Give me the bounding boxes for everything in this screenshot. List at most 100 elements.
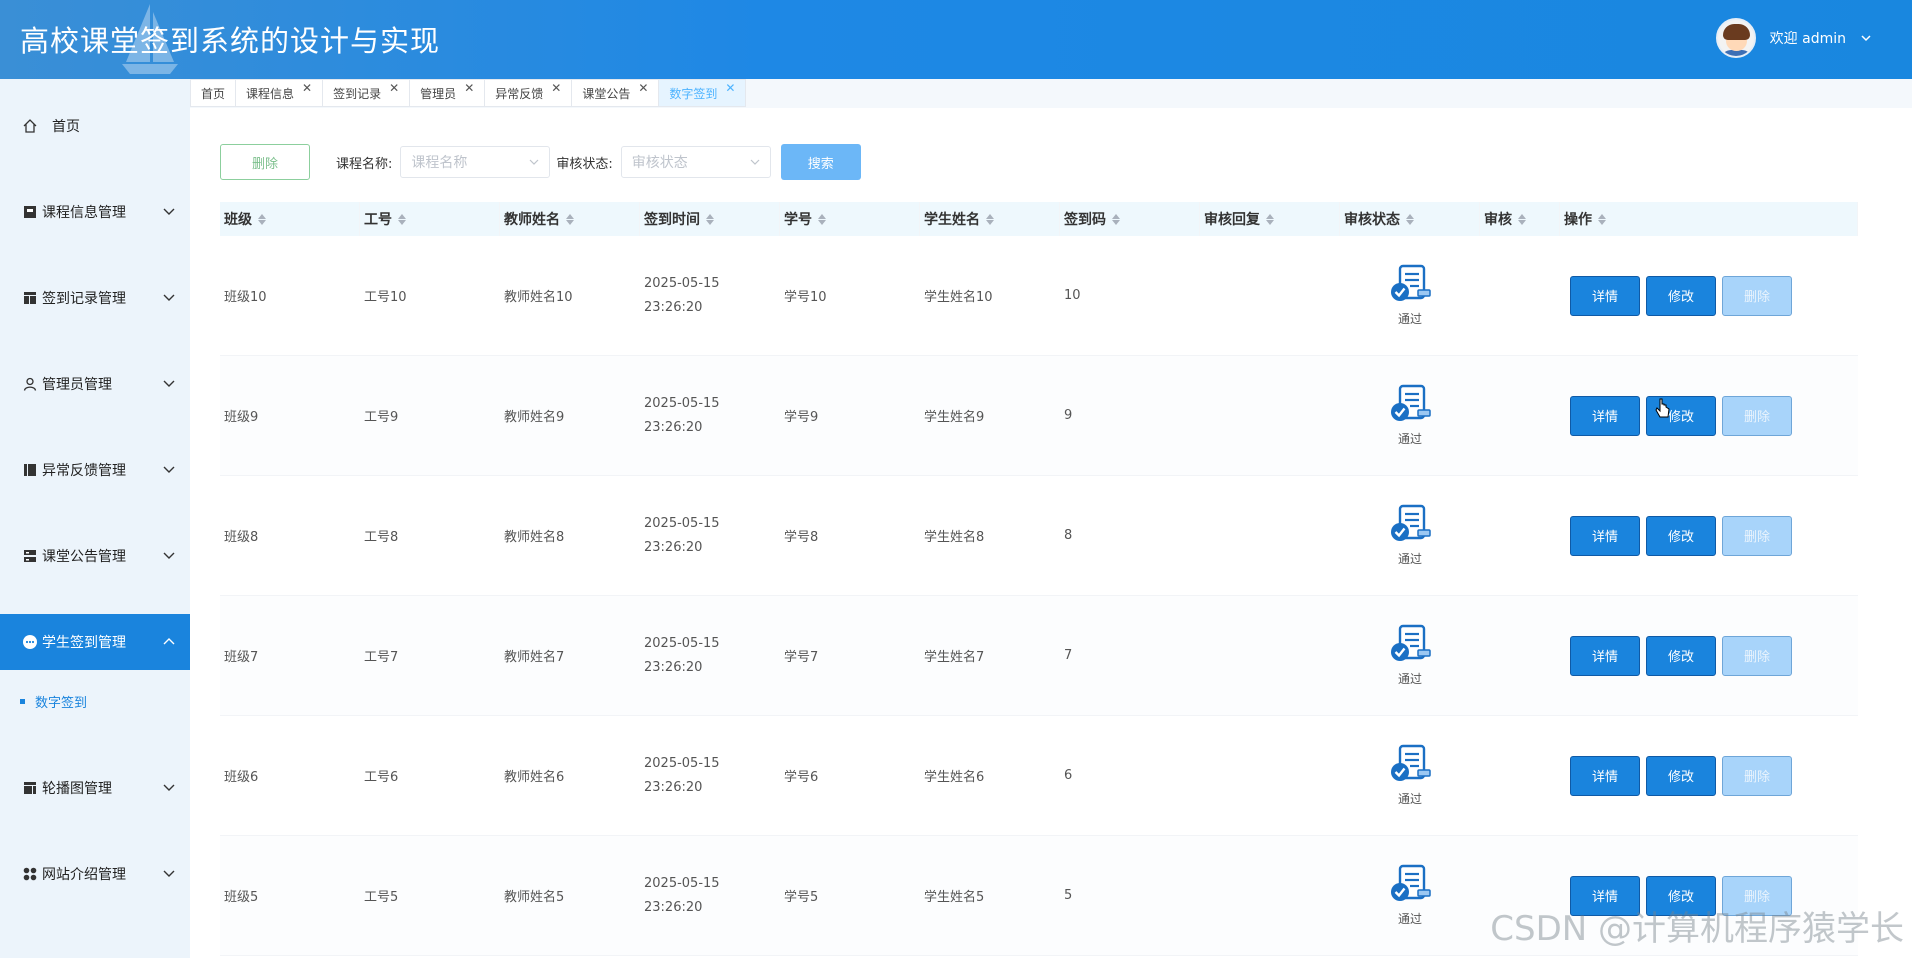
tab-feedback[interactable]: 异常反馈 ✕	[485, 79, 573, 107]
status-label: 通过	[1397, 792, 1422, 806]
column-header[interactable]: 签到时间	[640, 202, 780, 236]
book-icon	[22, 204, 38, 220]
sidebar-item-feedback[interactable]: 异常反馈管理	[0, 442, 190, 498]
detail-button[interactable]: 详情	[1570, 275, 1640, 316]
column-header[interactable]: 审核回复	[1200, 202, 1340, 236]
column-header[interactable]: 工号	[360, 202, 500, 236]
sidebar-item-label: 课程信息管理	[42, 205, 126, 221]
delete-button[interactable]: 删除	[1722, 395, 1792, 436]
chevron-up-icon	[163, 638, 175, 645]
chevron-down-icon[interactable]	[1860, 32, 1872, 44]
sort-icon[interactable]	[1406, 213, 1414, 225]
table-icon	[22, 290, 38, 306]
actions-cell: 详情 修改 删除	[1560, 716, 1858, 835]
tab-announcements[interactable]: 课堂公告 ✕	[572, 79, 660, 107]
review-cell	[1480, 716, 1560, 835]
column-header[interactable]: 操作	[1560, 202, 1858, 236]
delete-button[interactable]: 删除	[1722, 755, 1792, 796]
user-menu[interactable]: 欢迎 admin	[1715, 18, 1872, 58]
batch-delete-button[interactable]: 删除	[220, 144, 310, 180]
detail-button[interactable]: 详情	[1570, 635, 1640, 676]
table-header: 班级 工号 教师姓名 签到时间 学号 学生姓名 签到码 审核回复 审核状态 审核 操作	[220, 202, 1858, 236]
tab-admins[interactable]: 管理员 ✕	[410, 79, 486, 107]
close-icon[interactable]: ✕	[638, 81, 648, 95]
column-header-label: 班级	[224, 212, 252, 228]
tab-digital-signin[interactable]: 数字签到 ✕	[659, 79, 747, 107]
column-header[interactable]: 签到码	[1060, 202, 1200, 236]
tab-signin-records[interactable]: 签到记录 ✕	[323, 79, 411, 107]
status-cell: 通过	[1340, 236, 1480, 355]
approved-document-icon	[1391, 744, 1431, 781]
avatar[interactable]	[1715, 18, 1756, 58]
detail-button[interactable]: 详情	[1570, 395, 1640, 436]
staff-no-cell: 工号8	[364, 530, 399, 545]
welcome-text[interactable]: 欢迎 admin	[1770, 28, 1846, 48]
filter-toolbar: 删除 课程名称: 课程名称 审核状态: 审核状态 搜索	[220, 144, 861, 180]
tab-label: 管理员	[420, 86, 457, 101]
sort-icon[interactable]	[986, 213, 994, 225]
sort-icon[interactable]	[1112, 213, 1120, 225]
column-header[interactable]: 学号	[780, 202, 920, 236]
search-button[interactable]: 搜索	[780, 144, 861, 180]
close-icon[interactable]: ✕	[389, 81, 399, 95]
sidebar-item-admins[interactable]: 管理员管理	[0, 356, 190, 412]
sidebar-item-carousel[interactable]: 轮播图管理	[0, 760, 190, 816]
column-header-label: 工号	[364, 212, 392, 228]
edit-button[interactable]: 修改	[1646, 755, 1716, 796]
column-header[interactable]: 审核状态	[1340, 202, 1480, 236]
delete-button[interactable]: 删除	[1722, 515, 1792, 556]
sort-icon[interactable]	[1598, 213, 1606, 225]
approved-document-icon	[1391, 624, 1431, 661]
student-no-cell: 学号9	[784, 410, 819, 425]
tab-course-info[interactable]: 课程信息 ✕	[236, 79, 324, 107]
delete-button[interactable]: 删除	[1722, 275, 1792, 316]
sort-icon[interactable]	[1518, 213, 1526, 225]
detail-button[interactable]: 详情	[1570, 755, 1640, 796]
close-icon[interactable]: ✕	[551, 81, 561, 95]
server-icon	[22, 548, 38, 564]
delete-button[interactable]: 删除	[1722, 635, 1792, 676]
column-header[interactable]: 学生姓名	[920, 202, 1060, 236]
tab-label: 异常反馈	[495, 86, 544, 101]
edit-button[interactable]: 修改	[1646, 635, 1716, 676]
tab-label: 课堂公告	[582, 86, 631, 101]
course-select[interactable]: 课程名称	[400, 146, 551, 178]
staff-no-cell: 工号9	[364, 410, 399, 425]
teacher-cell: 教师姓名6	[504, 770, 565, 785]
approved-document-icon	[1391, 384, 1431, 421]
sort-icon[interactable]	[566, 213, 574, 225]
student-no-cell: 学号6	[784, 770, 819, 785]
student-no-cell: 学号7	[784, 650, 819, 665]
tab-home[interactable]: 首页	[190, 79, 237, 107]
code-cell: 7	[1064, 648, 1073, 663]
sidebar-item-site-intro[interactable]: 网站介绍管理	[0, 846, 190, 902]
close-icon[interactable]: ✕	[464, 81, 474, 95]
sidebar-subitem-digital-signin[interactable]: 数字签到	[0, 681, 190, 721]
sort-icon[interactable]	[258, 213, 266, 225]
sidebar-item-course[interactable]: 课程信息管理	[0, 184, 190, 240]
column-header[interactable]: 班级	[220, 202, 360, 236]
sidebar-item-announcements[interactable]: 课堂公告管理	[0, 528, 190, 584]
sidebar-item-student-signin[interactable]: 学生签到管理	[0, 614, 190, 670]
sidebar-item-signin-records[interactable]: 签到记录管理	[0, 270, 190, 326]
sort-icon[interactable]	[818, 213, 826, 225]
status-select[interactable]: 审核状态	[620, 146, 771, 178]
tab-label: 签到记录	[333, 86, 382, 101]
status-select-placeholder: 审核状态	[631, 155, 688, 171]
detail-button[interactable]: 详情	[1570, 515, 1640, 556]
close-icon[interactable]: ✕	[302, 81, 312, 95]
column-header[interactable]: 审核	[1480, 202, 1560, 236]
sort-icon[interactable]	[706, 213, 714, 225]
column-header-label: 教师姓名	[504, 212, 560, 228]
column-header-label: 学生姓名	[924, 212, 980, 228]
student-cell: 学生姓名5	[924, 890, 985, 905]
edit-button[interactable]: 修改	[1646, 515, 1716, 556]
close-icon[interactable]: ✕	[725, 81, 735, 95]
column-header[interactable]: 教师姓名	[500, 202, 640, 236]
sort-icon[interactable]	[398, 213, 406, 225]
edit-button[interactable]: 修改	[1646, 275, 1716, 316]
sidebar-item-home[interactable]: 首页	[0, 98, 190, 154]
chevron-down-icon	[163, 870, 175, 877]
sort-icon[interactable]	[1266, 213, 1274, 225]
time-cell: 2025-05-15 23:26:20	[644, 875, 720, 915]
